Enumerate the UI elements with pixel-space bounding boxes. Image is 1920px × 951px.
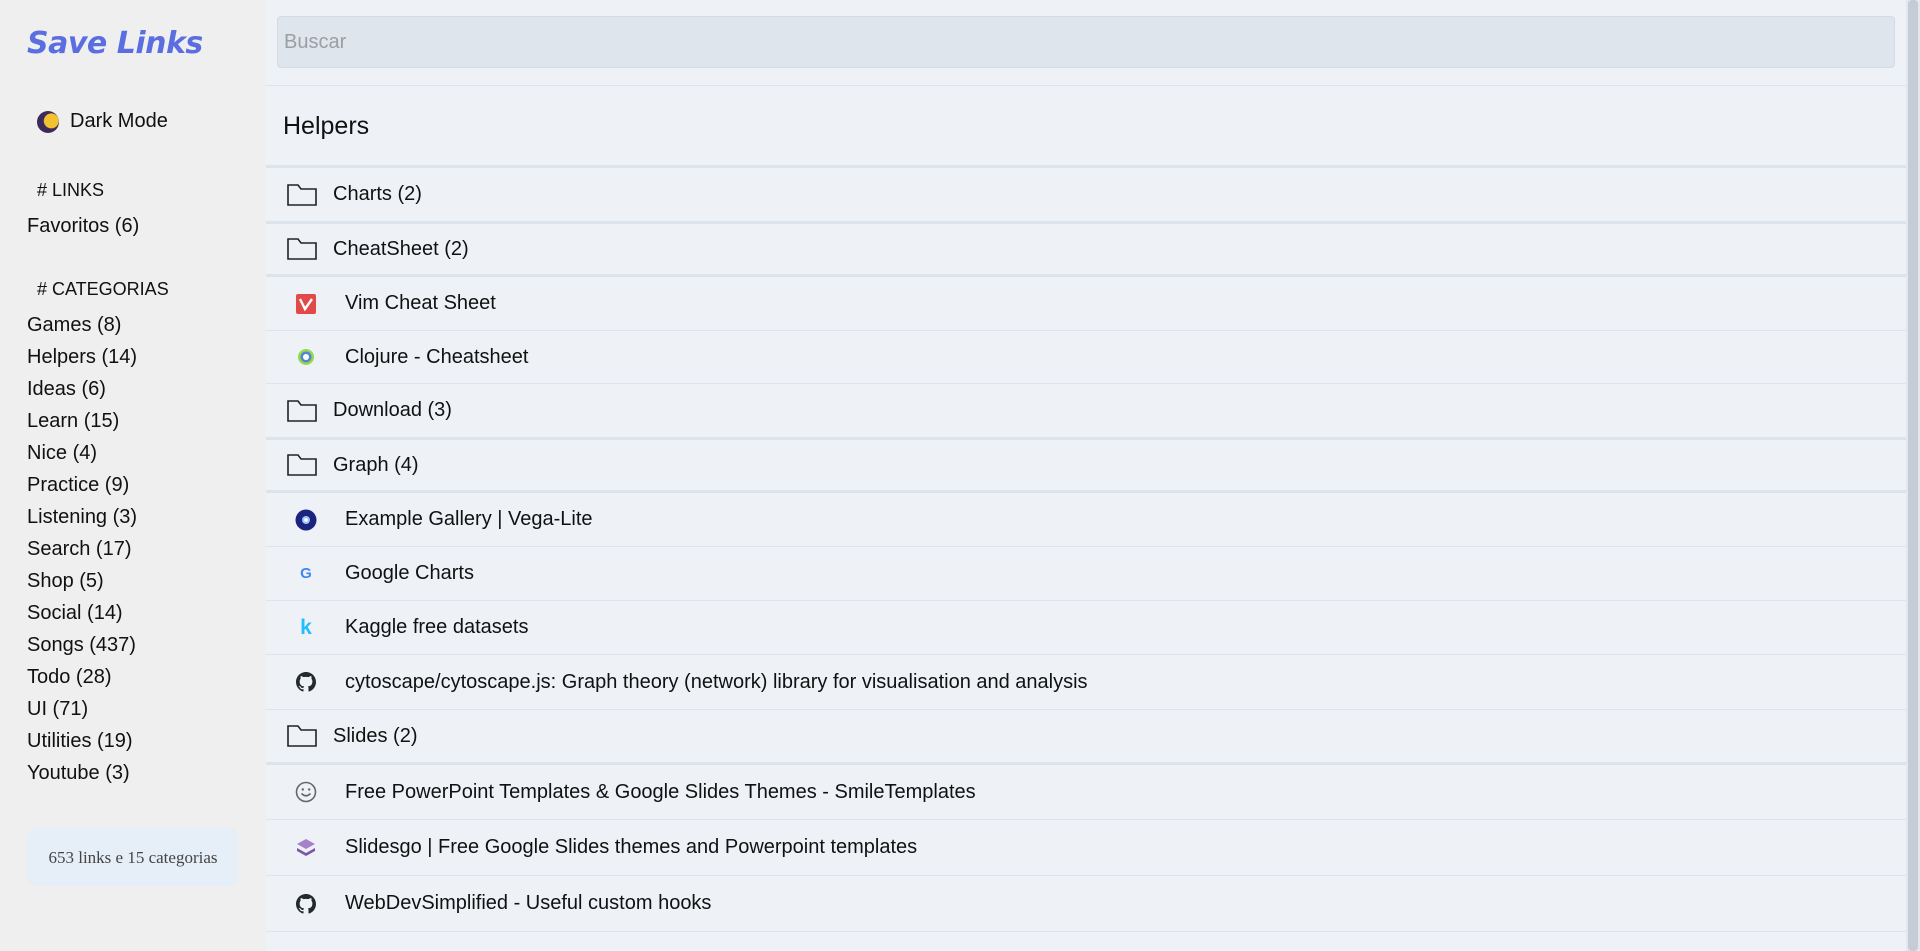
folder-icon bbox=[287, 725, 317, 747]
link-label: Google Charts bbox=[345, 562, 474, 584]
link-row-vim-cheat-sheet[interactable]: Vim Cheat Sheet bbox=[266, 277, 1906, 331]
folder-icon bbox=[287, 238, 317, 260]
sidebar-item-listening[interactable]: Listening (3) bbox=[27, 506, 137, 529]
link-label: Slidesgo | Free Google Slides themes and… bbox=[345, 836, 918, 858]
folder-icon bbox=[287, 183, 317, 206]
sidebar-item-ui[interactable]: UI (71) bbox=[27, 698, 88, 721]
link-row-webdevsimplified[interactable]: WebDevSimplified - Useful custom hooks bbox=[266, 876, 1906, 932]
folder-row-slides[interactable]: Slides (2) bbox=[266, 710, 1906, 765]
sidebar-item-practice[interactable]: Practice (9) bbox=[27, 474, 129, 497]
sidebar-item-games[interactable]: Games (8) bbox=[27, 314, 121, 337]
sidebar-item-helpers[interactable]: Helpers (14) bbox=[27, 346, 137, 369]
link-label: Example Gallery | Vega-Lite bbox=[345, 508, 593, 530]
vim-favicon-icon bbox=[295, 293, 317, 315]
folder-label: Graph (4) bbox=[333, 453, 419, 476]
main-content: Helpers Charts (2) CheatSheet (2) Vim Ch… bbox=[266, 0, 1920, 951]
sidebar-item-shop[interactable]: Shop (5) bbox=[27, 570, 104, 593]
sidebar-item-ideas[interactable]: Ideas (6) bbox=[27, 378, 106, 401]
sidebar-item-nice[interactable]: Nice (4) bbox=[27, 442, 97, 465]
clojure-favicon-icon bbox=[295, 346, 317, 368]
link-row-cytoscape[interactable]: cytoscape/cytoscape.js: Graph theory (ne… bbox=[266, 655, 1906, 710]
link-label: Kaggle free datasets bbox=[345, 616, 529, 638]
link-row-slidesgo[interactable]: Slidesgo | Free Google Slides themes and… bbox=[266, 820, 1906, 876]
sidebar-item-songs[interactable]: Songs (437) bbox=[27, 634, 136, 657]
categories-section-header: # CATEGORIAS bbox=[37, 279, 169, 299]
folder-icon bbox=[287, 399, 317, 422]
github-favicon-icon bbox=[295, 893, 317, 915]
sidebar-item-utilities[interactable]: Utilities (19) bbox=[27, 730, 133, 753]
link-row-clojure-cheatsheet[interactable]: Clojure - Cheatsheet bbox=[266, 331, 1906, 384]
link-row-vega-lite[interactable]: Example Gallery | Vega-Lite bbox=[266, 493, 1906, 547]
links-section-header: # LINKS bbox=[37, 180, 105, 200]
moon-icon bbox=[37, 110, 59, 133]
link-label: cytoscape/cytoscape.js: Graph theory (ne… bbox=[345, 670, 1088, 693]
folder-label: CheatSheet (2) bbox=[333, 237, 469, 260]
folder-row-charts[interactable]: Charts (2) bbox=[266, 168, 1906, 224]
sidebar-item-learn[interactable]: Learn (15) bbox=[27, 410, 119, 433]
sidebar-item-search[interactable]: Search (17) bbox=[27, 538, 132, 561]
link-label: Clojure - Cheatsheet bbox=[345, 345, 529, 368]
vega-favicon-icon bbox=[295, 509, 317, 531]
scrollbar[interactable] bbox=[1906, 0, 1920, 951]
smile-favicon-icon bbox=[295, 781, 317, 803]
folder-row-download[interactable]: Download (3) bbox=[266, 384, 1906, 440]
scrollbar-thumb[interactable] bbox=[1908, 0, 1918, 951]
sidebar-item-youtube[interactable]: Youtube (3) bbox=[27, 762, 130, 785]
kaggle-favicon-icon: k bbox=[300, 615, 312, 639]
folder-label: Slides (2) bbox=[333, 724, 418, 747]
folder-label: Download (3) bbox=[333, 399, 452, 421]
slidesgo-favicon-icon bbox=[295, 837, 317, 859]
folder-row-cheatsheet[interactable]: CheatSheet (2) bbox=[266, 224, 1906, 277]
folder-row-graph[interactable]: Graph (4) bbox=[266, 440, 1906, 493]
dark-mode-label: Dark Mode bbox=[70, 110, 168, 132]
github-favicon-icon bbox=[295, 671, 317, 693]
sidebar-item-favoritos[interactable]: Favoritos (6) bbox=[27, 215, 139, 238]
link-label: Vim Cheat Sheet bbox=[345, 292, 496, 314]
brand-logo[interactable]: Save Links bbox=[27, 26, 203, 61]
links-summary: 653 links e 15 categorias bbox=[27, 828, 239, 886]
link-row-google-charts[interactable]: G Google Charts bbox=[266, 547, 1906, 601]
link-label: WebDevSimplified - Useful custom hooks bbox=[345, 892, 712, 914]
dark-mode-toggle[interactable]: Dark Mode bbox=[37, 110, 168, 133]
sidebar-item-social[interactable]: Social (14) bbox=[27, 602, 123, 625]
sidebar: Save Links Dark Mode # LINKS Favoritos (… bbox=[0, 0, 266, 951]
page-title: Helpers bbox=[283, 112, 370, 140]
divider bbox=[266, 85, 1906, 86]
folder-icon bbox=[287, 454, 317, 476]
search-input[interactable] bbox=[277, 16, 1895, 68]
folder-label: Charts (2) bbox=[333, 183, 422, 205]
sidebar-item-todo[interactable]: Todo (28) bbox=[27, 666, 112, 689]
link-label: Free PowerPoint Templates & Google Slide… bbox=[345, 780, 976, 803]
google-favicon-icon: G bbox=[300, 565, 312, 582]
link-row-kaggle[interactable]: k Kaggle free datasets bbox=[266, 601, 1906, 655]
link-row-smiletemplates[interactable]: Free PowerPoint Templates & Google Slide… bbox=[266, 765, 1906, 820]
